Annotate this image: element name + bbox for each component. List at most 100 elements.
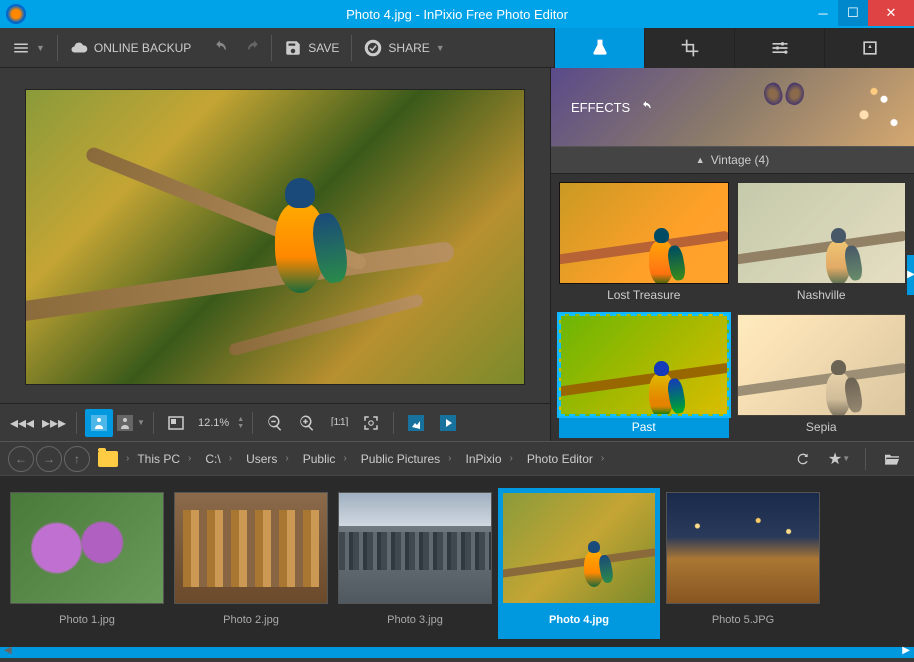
nav-up-button[interactable]: ↑ xyxy=(64,446,90,472)
effect-nashville[interactable]: Nashville xyxy=(737,182,907,306)
undo-button[interactable] xyxy=(203,28,237,68)
filmstrip: Photo 1.jpg Photo 2.jpg Photo 3.jpg Phot… xyxy=(0,475,914,647)
thumbnail-label: Photo 4.jpg xyxy=(502,604,656,626)
filmstrip-item[interactable]: Photo 5.JPG xyxy=(666,492,820,639)
favorite-button[interactable]: ★▼ xyxy=(825,445,853,473)
filmstrip-item-selected[interactable]: Photo 4.jpg xyxy=(498,488,660,639)
undo-icon[interactable] xyxy=(638,100,654,114)
zoom-in-button[interactable] xyxy=(293,409,321,437)
save-icon xyxy=(284,39,302,57)
single-view-button[interactable] xyxy=(85,409,113,437)
effects-panel: EFFECTS ▲ Vintage (4) Lost Treasure Nash… xyxy=(550,68,914,441)
save-label: SAVE xyxy=(308,41,339,55)
open-folder-icon xyxy=(883,452,901,466)
thumbnail-label: Photo 2.jpg xyxy=(174,604,328,626)
filmstrip-item[interactable]: Photo 2.jpg xyxy=(174,492,328,639)
fit-icon xyxy=(168,416,184,430)
hamburger-icon xyxy=(12,39,30,57)
filmstrip-item[interactable]: Photo 3.jpg xyxy=(338,492,492,639)
thumbnail xyxy=(174,492,328,604)
zoom-out-button[interactable] xyxy=(261,409,289,437)
nav-back-button[interactable]: ← xyxy=(8,446,34,472)
next-arrows-button[interactable]: ▸▸▸ xyxy=(40,409,68,437)
canvas-viewport[interactable] xyxy=(0,68,550,403)
breadcrumb-bar: ← → ↑ › This PC› C:\› Users› Public› Pub… xyxy=(0,441,914,475)
effect-sepia[interactable]: Sepia xyxy=(737,314,907,438)
menu-button[interactable]: ▼ xyxy=(0,28,57,68)
effects-header: EFFECTS xyxy=(551,68,914,146)
thumbnail xyxy=(502,492,656,604)
save-button[interactable]: SAVE xyxy=(272,28,351,68)
undo-icon xyxy=(211,39,229,57)
close-button[interactable]: ✕ xyxy=(868,0,914,26)
thumbnail xyxy=(10,492,164,604)
effect-label: Sepia xyxy=(737,416,907,438)
zoom-100-button[interactable]: ⌈1:1⌉ xyxy=(325,409,353,437)
breadcrumb-item[interactable]: Public› xyxy=(297,452,353,466)
share-button[interactable]: SHARE ▼ xyxy=(352,28,456,68)
breadcrumb-item[interactable]: This PC› xyxy=(131,452,197,466)
zoom-in-icon xyxy=(298,414,316,432)
window-title: Photo 4.jpg - InPixio Free Photo Editor xyxy=(346,7,568,22)
maximize-button[interactable]: ☐ xyxy=(838,0,868,26)
thumbnail-label: Photo 1.jpg xyxy=(10,604,164,626)
crop-tab[interactable] xyxy=(644,28,734,68)
panel-expand-handle[interactable]: ▶ xyxy=(907,255,914,295)
minimize-button[interactable]: ─ xyxy=(808,0,838,26)
zoom-out-icon xyxy=(266,414,284,432)
thumbnail xyxy=(338,492,492,604)
effect-label: Lost Treasure xyxy=(559,284,729,306)
main-image xyxy=(25,89,525,385)
breadcrumb-item[interactable]: Public Pictures› xyxy=(355,452,458,466)
crop-icon xyxy=(680,38,700,58)
refresh-button[interactable] xyxy=(789,445,817,473)
image-right-icon xyxy=(440,415,456,431)
share-icon xyxy=(364,39,382,57)
zoom-fit-button[interactable] xyxy=(357,409,385,437)
online-backup-label: ONLINE BACKUP xyxy=(94,41,191,55)
breadcrumb-item[interactable]: Photo Editor› xyxy=(521,452,610,466)
effects-category-header[interactable]: ▲ Vintage (4) xyxy=(551,146,914,174)
thumbnail-label: Photo 3.jpg xyxy=(338,604,492,626)
prev-arrows-button[interactable]: ◂◂◂ xyxy=(8,409,36,437)
flowers-decoration xyxy=(814,68,914,146)
effect-past[interactable]: Past xyxy=(559,314,729,438)
breadcrumb-item[interactable]: InPixio› xyxy=(460,452,519,466)
person-compare-icon xyxy=(117,415,137,431)
frame-icon xyxy=(860,38,880,58)
effect-label: Nashville xyxy=(737,284,907,306)
thumbnail-label: Photo 5.JPG xyxy=(666,604,820,626)
zoom-stepper[interactable]: ▲▼ xyxy=(237,416,244,430)
redo-button[interactable] xyxy=(237,28,271,68)
redo-icon xyxy=(245,39,263,57)
breadcrumb-item[interactable]: C:\› xyxy=(199,452,238,466)
breadcrumb-item[interactable]: Users› xyxy=(240,452,295,466)
nav-forward-button[interactable]: → xyxy=(36,446,62,472)
cloud-icon xyxy=(70,39,88,57)
open-folder-button[interactable] xyxy=(878,445,906,473)
app-icon xyxy=(6,4,26,24)
fit-button[interactable] xyxy=(162,409,190,437)
effects-title-label: EFFECTS xyxy=(571,100,630,115)
rotate-right-button[interactable] xyxy=(434,409,462,437)
magnifier-icon xyxy=(362,414,380,432)
rotate-left-button[interactable] xyxy=(402,409,430,437)
folder-icon xyxy=(98,451,118,467)
main-toolbar: ▼ ONLINE BACKUP SAVE SHARE ▼ xyxy=(0,28,914,68)
effects-tab[interactable] xyxy=(554,28,644,68)
scroll-bar[interactable] xyxy=(0,647,914,658)
adjust-tab[interactable] xyxy=(734,28,824,68)
sliders-icon xyxy=(770,38,790,58)
zoom-level: 12.1% xyxy=(194,417,233,429)
effect-lost-treasure[interactable]: Lost Treasure xyxy=(559,182,729,306)
online-backup-button[interactable]: ONLINE BACKUP xyxy=(58,28,203,68)
effects-grid: Lost Treasure Nashville Past Sepia xyxy=(551,174,914,441)
compare-view-button[interactable]: ▼ xyxy=(117,409,145,437)
thumbnail xyxy=(666,492,820,604)
frame-tab[interactable] xyxy=(824,28,914,68)
filmstrip-item[interactable]: Photo 1.jpg xyxy=(10,492,164,639)
share-label: SHARE xyxy=(388,41,429,55)
flask-icon xyxy=(590,38,610,58)
view-toolbar: ◂◂◂ ▸▸▸ ▼ 12.1% ▲▼ ⌈1:1⌉ xyxy=(0,403,550,441)
butterfly-decoration xyxy=(764,83,804,118)
